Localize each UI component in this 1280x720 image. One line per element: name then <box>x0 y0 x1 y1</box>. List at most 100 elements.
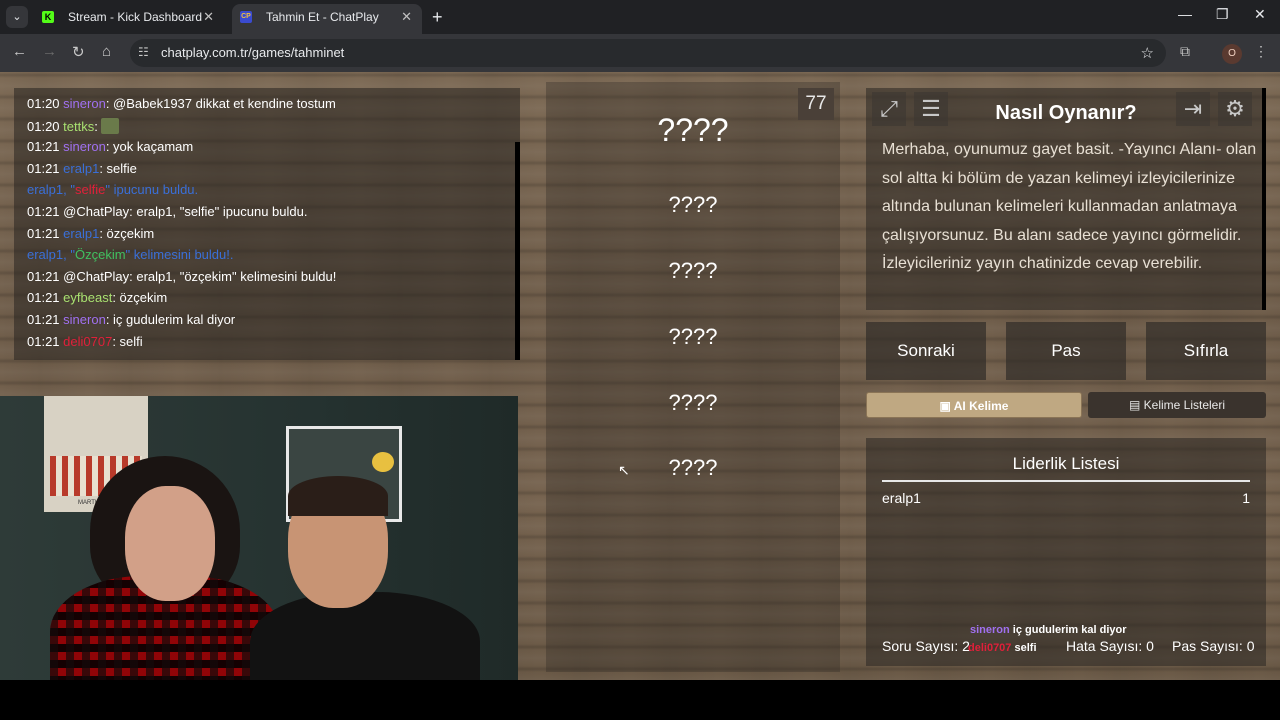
mouse-cursor-icon: ↖ <box>618 462 630 478</box>
system-text: eralp1, " <box>27 182 75 198</box>
kick-favicon-icon: K <box>42 11 54 23</box>
leaderboard-row-score: 1 <box>1242 490 1250 506</box>
next-button[interactable]: Sonraki <box>866 322 986 380</box>
tab-kick-dashboard[interactable]: K Stream - Kick Dashboard ✕ <box>34 4 224 34</box>
window-close-icon[interactable]: ✕ <box>1254 6 1266 23</box>
chat-message: 01:20 tettks: <box>27 117 520 140</box>
chat-username[interactable]: eyfbeast <box>63 290 112 305</box>
system-text: eralp1, " <box>27 247 75 263</box>
chat-text: : @Babek1937 dikkat et kendine tostum <box>105 96 336 111</box>
forward-icon[interactable]: → <box>42 43 57 60</box>
browser-toolbar: ← → ↻ ⌂ ☷ chatplay.com.tr/games/tahminet… <box>0 34 1280 72</box>
chat-time: 01:21 <box>27 225 60 241</box>
tab-ai-label: AI Kelime <box>953 399 1009 413</box>
info-scrollbar[interactable] <box>1262 88 1266 310</box>
webcam-person-2-body <box>250 592 480 680</box>
chat-username[interactable]: eralp1 <box>63 226 99 241</box>
emote-icon <box>101 117 120 134</box>
minimize-icon[interactable]: — <box>1178 6 1192 22</box>
chat-time: 01:20 <box>27 96 60 111</box>
close-tab-icon[interactable]: ✕ <box>203 4 214 30</box>
leaderboard-row-name: eralp1 <box>882 490 921 506</box>
profile-avatar[interactable]: O <box>1222 44 1242 64</box>
chat-message: eralp1, "selfie" ipucunu buldu. <box>27 182 520 204</box>
reset-button[interactable]: Sıfırla <box>1146 322 1266 380</box>
chat-username[interactable]: deli0707 <box>63 334 112 349</box>
chat-message: 01:21 @ChatPlay: eralp1, "özçekim" kelim… <box>27 269 520 291</box>
chat-text: @ChatPlay: eralp1, "özçekim" kelimesini … <box>63 268 337 284</box>
chat-message: 01:21 eralp1: selfie <box>27 161 520 183</box>
tab-title: Stream - Kick Dashboard <box>68 10 203 24</box>
url-text: chatplay.com.tr/games/tahminet <box>161 45 345 60</box>
chat-username[interactable]: eralp1 <box>63 161 99 176</box>
browser-tab-bar: ⌄ K Stream - Kick Dashboard ✕ CP Tahmin … <box>0 0 1280 34</box>
chat-scrollbar[interactable] <box>515 142 520 360</box>
chat-text: : özçekim <box>99 225 155 241</box>
chat-text: : özçekim <box>112 290 168 306</box>
chat-message: 01:21 sineron: iç gudulerim kal diyor <box>27 312 520 334</box>
close-tab-icon[interactable]: ✕ <box>401 4 412 30</box>
chat-message: 01:21 deli0707: selfi <box>27 334 520 356</box>
system-text: " ipucunu buldu. <box>105 182 199 198</box>
chat-time: 01:21 <box>27 160 60 176</box>
webcam-feed: MARTINI <box>0 396 518 680</box>
chat-username[interactable]: tettks <box>63 119 94 134</box>
chat-message: 01:21 @ChatPlay: eralp1, "selfie" ipucun… <box>27 204 520 226</box>
chat-lines: 01:20 sineron: @Babek1937 dikkat et kend… <box>27 96 520 355</box>
list-icon: ▤ <box>1128 398 1141 412</box>
chat-time: 01:21 <box>27 139 60 155</box>
leaderboard-divider <box>882 480 1250 482</box>
how-to-play-title: Nasıl Oynanır? <box>995 102 1137 124</box>
highlight-word: Özçekim <box>74 247 126 263</box>
back-icon[interactable]: ← <box>12 43 27 60</box>
tab-lists-label: Kelime Listeleri <box>1143 398 1226 412</box>
tab-title: Tahmin Et - ChatPlay <box>266 10 379 24</box>
pass-count: Pas Sayısı: 0 <box>1172 638 1255 654</box>
chat-message: 01:21 sineron: yok kaçamam <box>27 139 520 161</box>
chat-message: eralp1, "Özçekim" kelimesini buldu!. <box>27 247 520 269</box>
chatplay-favicon-icon: CP <box>240 11 252 23</box>
forbidden-word: ???? <box>668 324 718 349</box>
chat-message: 01:21 eralp1: özçekim <box>27 226 520 248</box>
new-tab-icon[interactable]: + <box>432 6 443 28</box>
overlay-text: iç gudulerim kal diyor <box>1012 624 1127 636</box>
restore-icon[interactable]: ❐ <box>1216 6 1229 23</box>
pass-button[interactable]: Pas <box>1006 322 1126 380</box>
home-icon[interactable]: ⌂ <box>102 43 111 60</box>
chat-username[interactable]: sineron <box>63 96 106 111</box>
error-count: Hata Sayısı: 0 <box>1066 638 1154 654</box>
tab-ai-word[interactable]: ▣ AI Kelime <box>866 392 1082 418</box>
screenshot-icon[interactable]: ⧉ <box>1180 43 1190 60</box>
chat-time: 01:21 <box>27 311 60 327</box>
tab-search-icon[interactable]: ⌄ <box>6 6 28 28</box>
bookmark-star-icon[interactable]: ☆ <box>1141 44 1154 62</box>
address-bar[interactable]: ☷ chatplay.com.tr/games/tahminet ☆ <box>130 39 1166 67</box>
chat-message: 01:20 sineron: @Babek1937 dikkat et kend… <box>27 96 520 118</box>
chat-text: : selfie <box>99 160 137 176</box>
chat-time: 01:20 <box>27 118 60 134</box>
chat-text: : selfi <box>112 333 143 349</box>
highlight-word: selfie <box>74 182 106 198</box>
chat-overlay-message: deli0707 selfi <box>968 642 1037 654</box>
tab-word-lists[interactable]: ▤ Kelime Listeleri <box>1088 392 1266 418</box>
page-bottom-bar <box>0 680 1280 720</box>
menu-icon[interactable]: ⋮ <box>1254 43 1268 60</box>
chat-username[interactable]: sineron <box>63 312 106 327</box>
chat-overlay-message: sineron iç gudulerim kal diyor <box>970 624 1127 636</box>
chat-time: 01:21 <box>27 333 60 349</box>
main-word: ???? <box>657 112 729 148</box>
webcam-person-2-hair <box>288 476 388 516</box>
question-count: Soru Sayısı: 2 <box>882 638 970 654</box>
chat-message: 01:21 eyfbeast: özçekim <box>27 290 520 312</box>
overlay-user: deli0707 <box>968 642 1012 654</box>
chat-panel: 01:20 sineron: @Babek1937 dikkat et kend… <box>14 88 520 360</box>
reload-icon[interactable]: ↻ <box>72 43 85 61</box>
chat-text: @ChatPlay: eralp1, "selfie" ipucunu buld… <box>63 203 308 219</box>
webcam-plush <box>372 452 394 472</box>
tab-chatplay[interactable]: CP Tahmin Et - ChatPlay ✕ <box>232 4 422 34</box>
site-info-icon[interactable]: ☷ <box>138 45 149 59</box>
chat-username[interactable]: sineron <box>63 139 106 154</box>
chat-text: : yok kaçamam <box>105 139 194 155</box>
forbidden-word: ???? <box>668 258 718 283</box>
overlay-text: selfi <box>1014 642 1037 654</box>
